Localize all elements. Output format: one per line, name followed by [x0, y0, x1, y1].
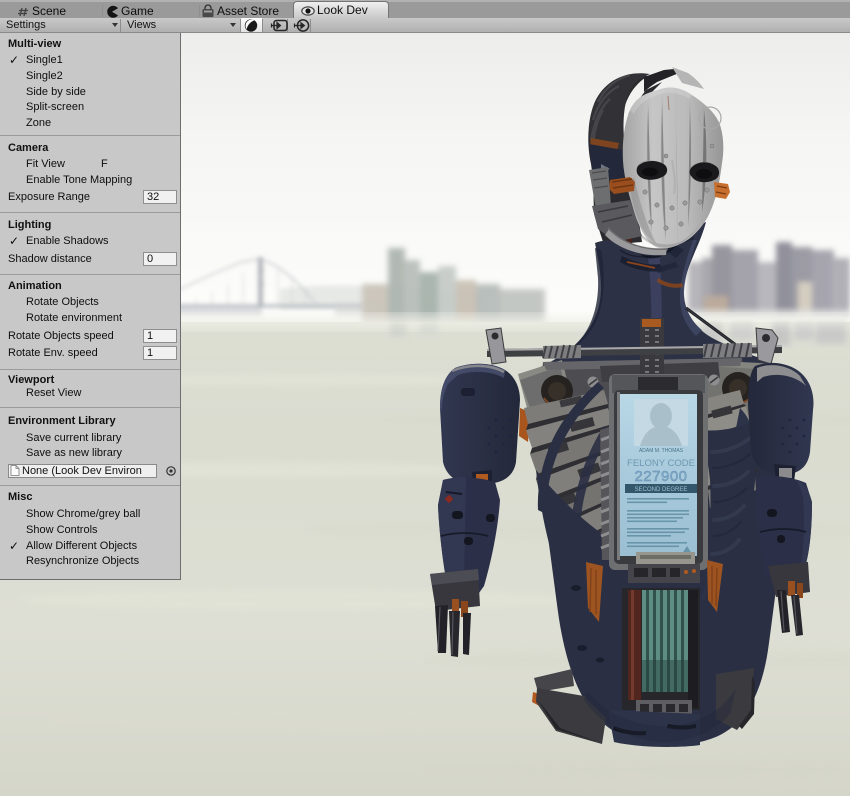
svg-text:ADAM M. THOMAS: ADAM M. THOMAS — [639, 448, 684, 454]
svg-text:227900: 227900 — [634, 468, 687, 485]
svg-text:SECOND DEGREE: SECOND DEGREE — [635, 487, 688, 493]
